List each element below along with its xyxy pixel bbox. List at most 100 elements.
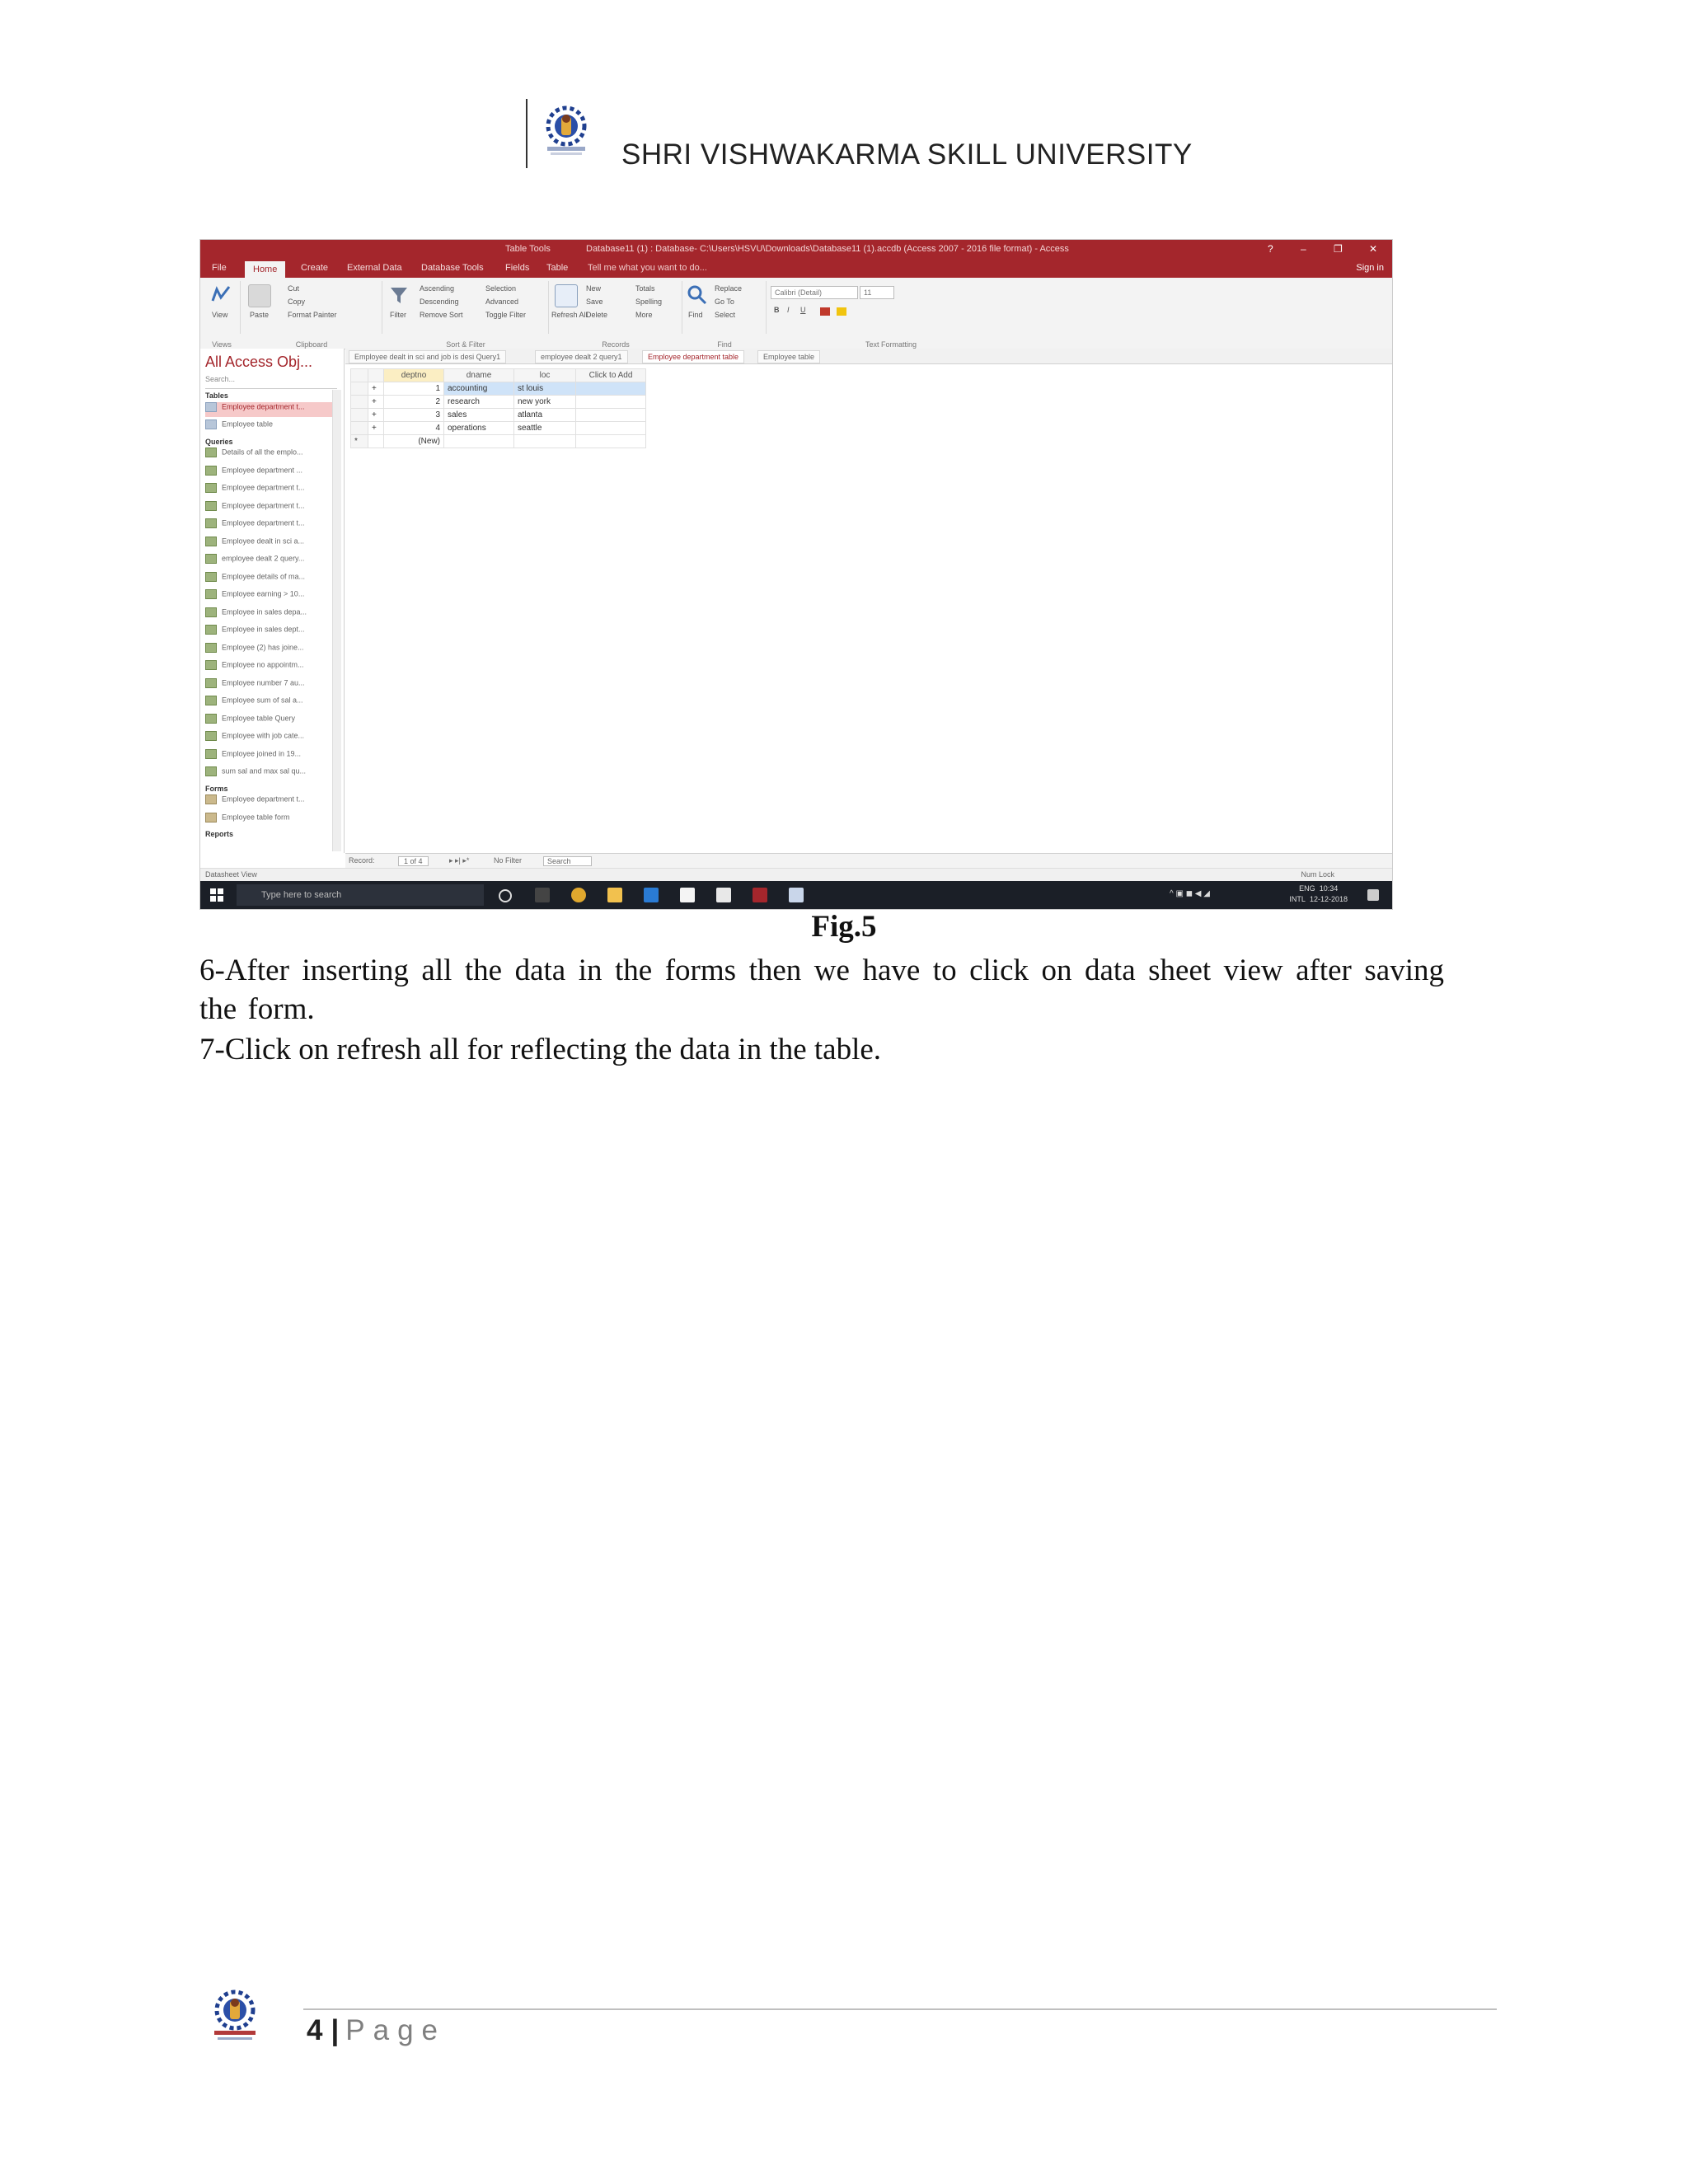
doc-tab[interactable]: Employee dealt in sci and job is desi Qu…: [349, 350, 507, 363]
tab-create[interactable]: Create: [301, 263, 328, 273]
new-record-row[interactable]: * (New): [350, 434, 646, 448]
nav-item[interactable]: sum sal and max sal qu...: [205, 766, 337, 781]
ascending-button[interactable]: Ascending: [420, 284, 454, 293]
chrome-icon[interactable]: [571, 888, 586, 902]
column-header[interactable]: loc: [513, 368, 576, 382]
nav-item[interactable]: Employee details of ma...: [205, 571, 337, 587]
nav-item[interactable]: Employee in sales dept...: [205, 625, 337, 640]
nav-scrollbar[interactable]: [332, 390, 341, 851]
minimize-button[interactable]: –: [1301, 243, 1306, 255]
nav-item[interactable]: Employee department t...: [205, 794, 337, 809]
nav-item[interactable]: Employee department t...: [205, 401, 337, 417]
refresh-all-button[interactable]: Refresh All: [551, 311, 588, 319]
nav-item[interactable]: Employee department ...: [205, 465, 337, 480]
record-search-input[interactable]: Search: [543, 856, 592, 866]
nav-item[interactable]: Employee table form: [205, 812, 337, 827]
nav-pane-title[interactable]: All Access Obj...: [205, 354, 312, 371]
italic-button[interactable]: I: [787, 306, 790, 314]
nav-item[interactable]: Employee dealt in sci a...: [205, 536, 337, 551]
find-icon[interactable]: [687, 284, 708, 306]
nav-item[interactable]: Employee department t...: [205, 518, 337, 533]
go-to-button[interactable]: Go To: [715, 298, 734, 306]
table-cell[interactable]: sales: [443, 408, 514, 422]
paste-button[interactable]: Paste: [250, 311, 269, 319]
add-column-header[interactable]: Click to Add: [575, 368, 646, 382]
nav-item[interactable]: Employee earning > 10...: [205, 589, 337, 604]
table-cell[interactable]: accounting: [443, 382, 514, 396]
nav-item[interactable]: Employee no appointm...: [205, 660, 337, 675]
toggle-filter-button[interactable]: Toggle Filter: [485, 311, 526, 319]
highlight-icon[interactable]: [837, 307, 846, 316]
access-icon[interactable]: [753, 888, 767, 902]
filter-icon[interactable]: [388, 284, 410, 306]
table-row[interactable]: + 1 accounting st louis: [350, 382, 646, 396]
filter-button[interactable]: Filter: [390, 311, 406, 319]
more-button[interactable]: More: [635, 311, 653, 319]
row-selector[interactable]: [350, 421, 368, 435]
remove-sort-button[interactable]: Remove Sort: [420, 311, 463, 319]
font-size-select[interactable]: 11: [860, 286, 894, 299]
table-cell[interactable]: seattle: [513, 421, 576, 435]
nav-item[interactable]: Employee with job cate...: [205, 731, 337, 746]
new-row-selector[interactable]: *: [350, 434, 368, 448]
table-cell[interactable]: 3: [383, 408, 444, 422]
doc-tab[interactable]: Employee table: [757, 350, 821, 363]
table-cell[interactable]: 4: [383, 421, 444, 435]
column-header[interactable]: deptno: [383, 368, 444, 382]
expand-icon[interactable]: +: [368, 421, 384, 435]
taskbar-clock[interactable]: ENG 10:34 INTL 12-12-2018: [1289, 883, 1348, 905]
cut-button[interactable]: Cut: [288, 284, 299, 293]
taskbar-search-input[interactable]: Type here to search: [237, 884, 484, 906]
totals-button[interactable]: Totals: [635, 284, 655, 293]
table-cell[interactable]: new york: [513, 395, 576, 409]
format-painter-button[interactable]: Format Painter: [288, 311, 337, 319]
no-filter-indicator[interactable]: No Filter: [494, 856, 522, 865]
nav-item[interactable]: Details of all the emplo...: [205, 448, 337, 462]
table-cell[interactable]: st louis: [513, 382, 576, 396]
new-record-cell[interactable]: (New): [383, 434, 444, 448]
new-record-button[interactable]: New: [586, 284, 601, 293]
descending-button[interactable]: Descending: [420, 298, 459, 306]
table-cell[interactable]: research: [443, 395, 514, 409]
copy-button[interactable]: Copy: [288, 298, 305, 306]
bold-button[interactable]: B: [774, 306, 780, 314]
expand-icon[interactable]: +: [368, 382, 384, 396]
row-selector[interactable]: [350, 395, 368, 409]
underline-button[interactable]: U: [800, 306, 806, 314]
table-cell[interactable]: [443, 434, 514, 448]
record-nav-arrows[interactable]: ▸ ▸| ▸*: [449, 856, 469, 865]
notifications-icon[interactable]: [1367, 889, 1379, 901]
nav-item[interactable]: Employee in sales depa...: [205, 607, 337, 622]
table-cell[interactable]: [575, 421, 646, 435]
nav-section-header[interactable]: Reports: [205, 830, 337, 845]
select-all-cell[interactable]: [350, 368, 368, 382]
table-cell[interactable]: [575, 382, 646, 396]
font-name-select[interactable]: Calibri (Detail): [771, 286, 858, 299]
nav-item[interactable]: Employee table Query: [205, 713, 337, 729]
expand-icon[interactable]: +: [368, 408, 384, 422]
nav-item[interactable]: Employee joined in 19...: [205, 748, 337, 764]
tab-fields[interactable]: Fields: [505, 263, 529, 273]
table-cell[interactable]: operations: [443, 421, 514, 435]
advanced-button[interactable]: Advanced: [485, 298, 518, 306]
delete-record-button[interactable]: Delete: [586, 311, 607, 319]
tab-table[interactable]: Table: [546, 263, 568, 273]
tab-home[interactable]: Home: [245, 261, 286, 278]
mail-icon[interactable]: [716, 888, 731, 902]
row-selector[interactable]: [350, 382, 368, 396]
doc-tab[interactable]: employee dealt 2 query1: [535, 350, 628, 363]
table-row[interactable]: + 4 operations seattle: [350, 421, 646, 435]
table-cell[interactable]: [575, 395, 646, 409]
paste-icon[interactable]: [248, 284, 271, 307]
table-cell[interactable]: [575, 434, 646, 448]
view-button[interactable]: View: [212, 311, 227, 319]
nav-item[interactable]: Employee table: [205, 419, 337, 434]
tray-icons[interactable]: ^ ▣ ◼ ◀ ◢: [1170, 889, 1210, 898]
find-button[interactable]: Find: [688, 311, 703, 319]
record-position-input[interactable]: 1 of 4: [398, 856, 429, 866]
nav-item[interactable]: Employee department t...: [205, 500, 337, 516]
row-selector[interactable]: [350, 408, 368, 422]
spelling-button[interactable]: Spelling: [635, 298, 662, 306]
refresh-icon[interactable]: [555, 284, 578, 307]
table-cell[interactable]: [575, 408, 646, 422]
